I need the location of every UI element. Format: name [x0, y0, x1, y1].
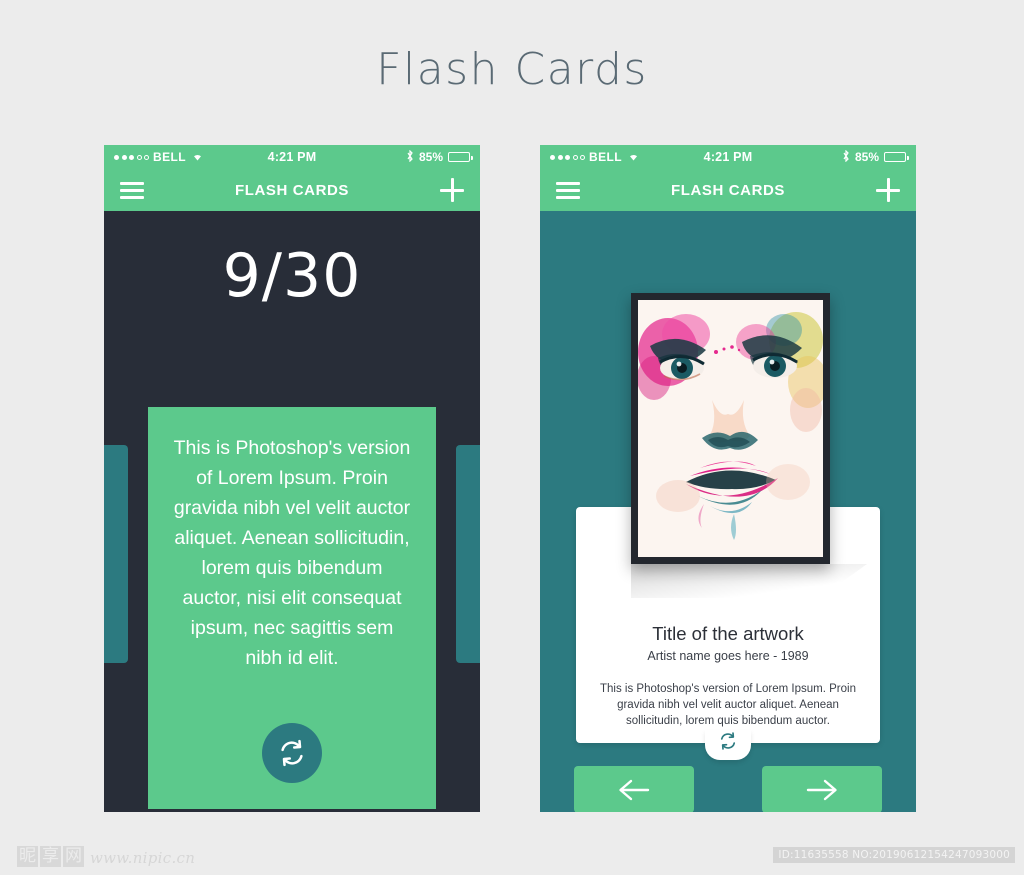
wifi-icon: [191, 150, 204, 164]
signal-strength-icon: [550, 154, 585, 160]
watermark-logo-icon: 昵 享 网: [17, 846, 84, 867]
status-bar-right: 85%: [406, 149, 473, 165]
nav-bar: FLASH CARDS: [540, 169, 916, 211]
arrow-left-icon[interactable]: [574, 766, 694, 812]
card-navigation-row: [574, 766, 882, 812]
nav-title: FLASH CARDS: [670, 181, 786, 199]
refresh-flip-icon[interactable]: [705, 730, 751, 760]
card-counter: 9/30: [222, 241, 362, 311]
flash-card-text: This is Photoshop's version of Lorem Ips…: [173, 437, 411, 669]
watermark-url: www.nipic.cn: [90, 849, 196, 867]
watermark-char: 网: [63, 846, 84, 867]
arrow-right-icon[interactable]: [762, 766, 882, 812]
prev-card-edge-tab[interactable]: [104, 445, 128, 663]
hamburger-menu-icon[interactable]: [120, 181, 144, 199]
battery-percent-label: 85%: [418, 150, 443, 164]
status-bar: BELL 4:21 PM 85%: [104, 145, 480, 169]
phone-screen-one: BELL 4:21 PM 85% FLASH CARDS 9/30 This i…: [104, 145, 480, 812]
bluetooth-icon: [842, 149, 850, 165]
nav-title: FLASH CARDS: [234, 181, 350, 199]
battery-percent-label: 85%: [854, 150, 879, 164]
page-title: Flash Cards: [376, 44, 648, 95]
status-bar-right: 85%: [842, 149, 909, 165]
nav-bar: FLASH CARDS: [104, 169, 480, 211]
watermark-char: 昵: [17, 846, 38, 867]
artwork-artist: Artist name goes here - 1989: [647, 649, 809, 663]
carrier-label: BELL: [589, 150, 622, 164]
flash-card[interactable]: This is Photoshop's version of Lorem Ips…: [148, 407, 436, 809]
bluetooth-icon: [406, 149, 414, 165]
watermark-char: 享: [40, 846, 61, 867]
status-bar-left: BELL: [550, 150, 640, 164]
next-card-edge-tab[interactable]: [456, 445, 480, 663]
carrier-label: BELL: [153, 150, 186, 164]
site-watermark: 昵 享 网 www.nipic.cn: [17, 846, 195, 867]
status-bar: BELL 4:21 PM 85%: [540, 145, 916, 169]
asset-id-label: ID:11635558 NO:20190612154247093000: [773, 847, 1015, 863]
watercolor-portrait-artwork: [638, 300, 823, 557]
wifi-icon: [627, 150, 640, 164]
battery-icon: [448, 152, 473, 162]
screen-two-body: Title of the artwork Artist name goes he…: [540, 211, 916, 812]
refresh-flip-icon[interactable]: [262, 723, 322, 783]
plus-icon[interactable]: [440, 178, 464, 202]
signal-strength-icon: [114, 154, 149, 160]
artwork-description: This is Photoshop's version of Lorem Ips…: [600, 683, 856, 727]
battery-icon: [884, 152, 909, 162]
status-bar-left: BELL: [114, 150, 204, 164]
hamburger-menu-icon[interactable]: [556, 181, 580, 199]
artwork-frame[interactable]: [631, 293, 830, 564]
phone-screen-two: BELL 4:21 PM 85% FLASH CARDS Title of th…: [540, 145, 916, 812]
artwork-title: Title of the artwork: [652, 623, 804, 644]
screen-one-body: 9/30 This is Photoshop's version of Lore…: [104, 211, 480, 812]
plus-icon[interactable]: [876, 178, 900, 202]
